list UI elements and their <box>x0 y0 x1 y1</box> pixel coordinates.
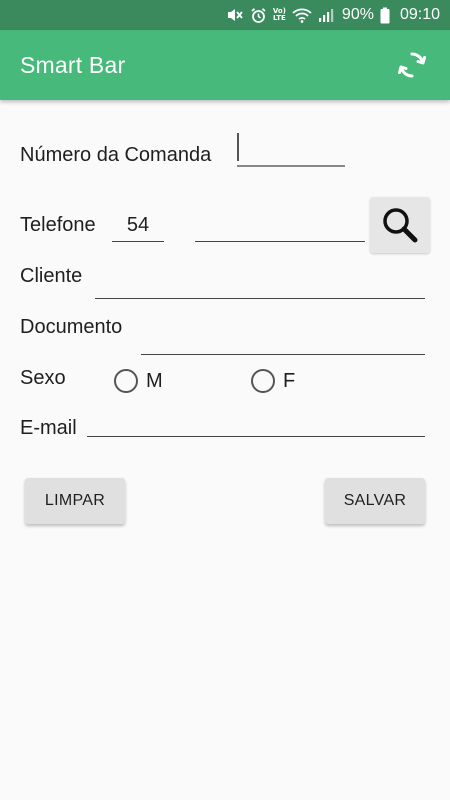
radio-label-m: M <box>146 369 163 392</box>
app-title: Smart Bar <box>20 51 126 78</box>
sexo-radio-m[interactable]: M <box>114 369 163 393</box>
alarm-icon <box>250 7 267 24</box>
salvar-button[interactable]: SALVAR <box>325 478 425 524</box>
documento-input[interactable] <box>141 321 425 355</box>
radio-circle-f[interactable] <box>251 369 275 393</box>
email-input[interactable] <box>87 403 425 437</box>
sexo-label: Sexo <box>20 367 66 389</box>
battery-icon <box>380 7 390 24</box>
refresh-button[interactable] <box>394 47 430 83</box>
cliente-label: Cliente <box>20 265 83 287</box>
app-bar: Smart Bar <box>0 30 450 100</box>
search-icon <box>383 208 418 243</box>
mute-icon <box>226 7 244 23</box>
comanda-input[interactable] <box>237 134 345 167</box>
telefone-ddd-input[interactable] <box>112 210 164 242</box>
telefone-label: Telefone <box>20 214 96 236</box>
radio-circle-m[interactable] <box>114 369 138 393</box>
comanda-label: Número da Comanda <box>20 144 212 166</box>
refresh-icon <box>398 52 426 78</box>
status-icons: Vo) LTE 90% 09:10 <box>226 6 440 24</box>
signal-icon <box>318 7 334 23</box>
status-bar: Vo) LTE 90% 09:10 <box>0 0 450 30</box>
lte-label: LTE <box>272 14 286 22</box>
volte-icon: Vo) LTE <box>273 8 286 22</box>
telefone-number-input[interactable] <box>195 210 365 242</box>
sexo-radio-f[interactable]: F <box>251 369 295 393</box>
battery-percent: 90% <box>341 6 374 23</box>
search-button[interactable] <box>370 197 430 253</box>
cliente-input[interactable] <box>95 265 425 299</box>
limpar-button[interactable]: LIMPAR <box>25 478 125 524</box>
radio-label-f: F <box>283 369 296 392</box>
wifi-icon <box>292 7 312 23</box>
email-label: E-mail <box>20 417 77 439</box>
status-time: 09:10 <box>399 6 440 23</box>
documento-label: Documento <box>20 316 123 338</box>
